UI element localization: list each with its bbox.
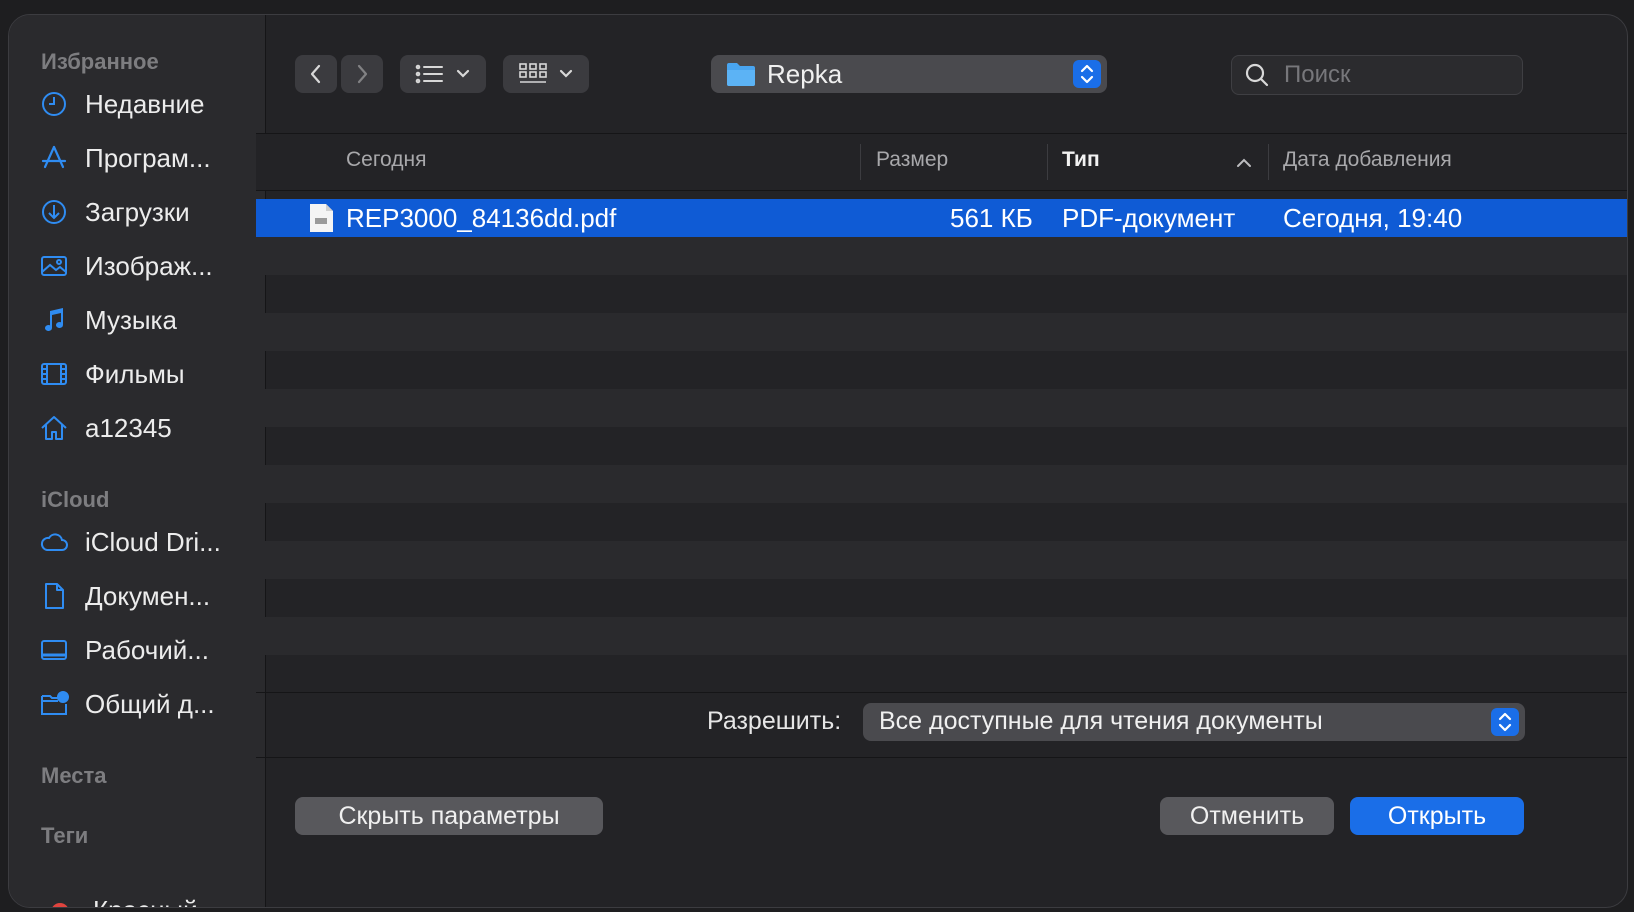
gallery-view-menu-button[interactable] (503, 55, 589, 93)
chevron-right-icon (357, 64, 368, 84)
back-button[interactable] (295, 55, 337, 93)
sidebar-item-label: a12345 (85, 412, 172, 443)
photo-icon (35, 247, 73, 285)
column-header-name[interactable]: Сегодня (346, 148, 426, 172)
sidebar-item-applications[interactable]: Програм... (35, 135, 259, 181)
search-icon (1245, 63, 1269, 87)
divider (256, 757, 1627, 758)
column-header-date-added[interactable]: Дата добавления (1283, 148, 1452, 172)
file-date-added: Сегодня, 19:40 (1283, 203, 1463, 233)
chevron-down-icon (456, 69, 470, 78)
sidebar-item-pictures[interactable]: Изображ... (35, 243, 259, 289)
column-separator[interactable] (1047, 144, 1048, 180)
empty-row (256, 389, 1627, 427)
sidebar-item-desktop[interactable]: Рабочий... (35, 627, 259, 673)
sidebar-item-label: Програм... (85, 142, 211, 173)
search-input[interactable] (1282, 60, 1506, 90)
clock-icon (35, 85, 73, 123)
sidebar-section-favorites: Избранное (41, 49, 159, 74)
file-type-filter-popup[interactable]: Все доступные для чтения документы (863, 703, 1525, 741)
sidebar-item-home[interactable]: a12345 (35, 405, 259, 451)
cloud-icon (35, 523, 73, 561)
sidebar-item-label: Докумен... (85, 580, 211, 611)
updown-arrows-icon (1491, 708, 1519, 736)
grid-view-icon (519, 63, 547, 83)
applications-icon (35, 139, 73, 177)
filter-value: Все доступные для чтения документы (879, 707, 1323, 735)
file-list: Сегодня Размер Тип Дата добавления REP30… (256, 133, 1627, 693)
download-icon (35, 193, 73, 231)
allow-label: Разрешить: (707, 707, 842, 735)
sidebar-item-music[interactable]: Музыка (35, 297, 259, 343)
desktop-icon (35, 631, 73, 669)
current-folder-label: Repka (767, 58, 843, 89)
sidebar-item-label: Изображ... (85, 250, 213, 281)
file-size: 561 КБ (950, 203, 1033, 233)
chevron-left-icon (310, 64, 321, 84)
sidebar-item-icloud-drive[interactable]: iCloud Dri... (35, 519, 259, 565)
hide-options-button[interactable]: Скрыть параметры (295, 797, 603, 835)
sidebar-item-downloads[interactable]: Загрузки (35, 189, 259, 235)
sidebar-item-shared[interactable]: Общий д... (35, 681, 259, 727)
chevron-down-icon (559, 69, 573, 78)
column-separator[interactable] (860, 144, 861, 180)
search-field[interactable] (1231, 55, 1523, 95)
empty-row (256, 237, 1627, 275)
sidebar-section-places[interactable]: Места (41, 763, 107, 789)
sidebar-item-label: Загрузки (85, 196, 190, 227)
sidebar-section-icloud: iCloud (41, 487, 110, 512)
column-header-kind[interactable]: Тип (1062, 148, 1100, 172)
sidebar-item-movies[interactable]: Фильмы (35, 351, 259, 397)
empty-row (256, 617, 1627, 655)
column-header-size[interactable]: Размер (876, 148, 948, 172)
list-header: Сегодня Размер Тип Дата добавления (256, 133, 1627, 191)
sidebar: Избранное Недавние Програм... Загрузки И… (9, 15, 266, 907)
cancel-button[interactable]: Отменить (1160, 797, 1334, 835)
file-row[interactable]: REP3000_84136dd.pdf 561 КБ PDF-документ … (256, 199, 1627, 237)
sidebar-section-tags[interactable]: Теги (41, 823, 88, 849)
file-kind: PDF-документ (1062, 203, 1236, 233)
music-note-icon (35, 301, 73, 339)
column-separator[interactable] (1268, 144, 1269, 180)
list-view-icon (415, 64, 443, 84)
sidebar-item-label: Общий д... (85, 688, 215, 719)
file-name: REP3000_84136dd.pdf (346, 203, 617, 233)
sidebar-item-label: Музыка (85, 304, 177, 335)
sidebar-item-documents[interactable]: Докумен... (35, 573, 259, 619)
folder-path-popup[interactable]: Repka (711, 55, 1107, 93)
sidebar-item-recents[interactable]: Недавние (35, 81, 259, 127)
sidebar-item-label: Фильмы (85, 358, 185, 389)
open-file-dialog: Избранное Недавние Програм... Загрузки И… (8, 14, 1628, 908)
document-icon (35, 577, 73, 615)
updown-arrows-icon (1073, 60, 1101, 88)
empty-row (256, 465, 1627, 503)
empty-row (256, 541, 1627, 579)
sidebar-item-label: Недавние (85, 88, 205, 119)
sidebar-item-label: iCloud Dri... (85, 526, 221, 557)
folder-icon (727, 63, 755, 86)
open-button[interactable]: Открыть (1350, 797, 1524, 835)
sort-ascending-icon (1237, 158, 1251, 167)
list-view-menu-button[interactable] (400, 55, 486, 93)
shared-folder-icon (35, 685, 73, 723)
divider (256, 692, 1627, 693)
empty-row (256, 313, 1627, 351)
tag-color-dot (51, 903, 69, 907)
sidebar-item-tag-red[interactable]: Красный (93, 895, 198, 907)
forward-button[interactable] (341, 55, 383, 93)
pdf-file-icon (310, 204, 333, 232)
home-icon (35, 409, 73, 447)
film-icon (35, 355, 73, 393)
sidebar-item-label: Рабочий... (85, 634, 209, 665)
